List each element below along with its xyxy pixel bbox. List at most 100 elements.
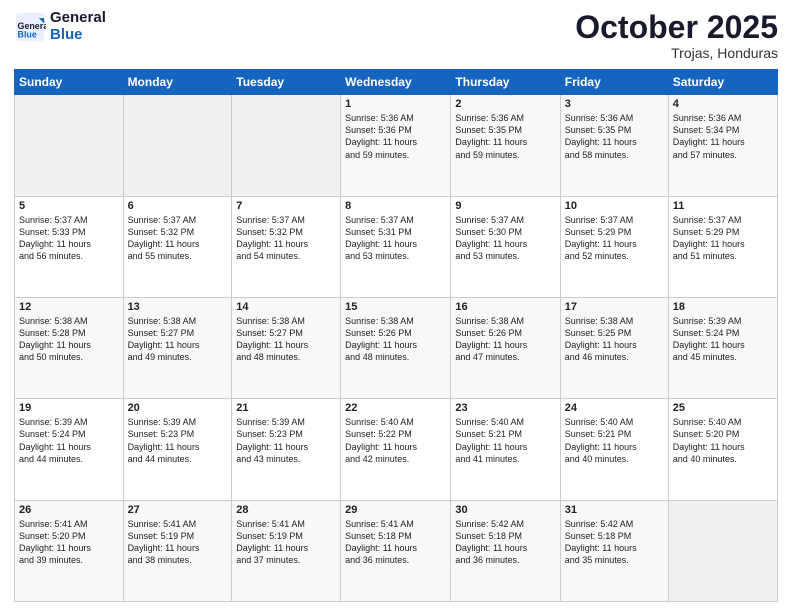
calendar-cell [15,95,124,196]
calendar-cell: 9Sunrise: 5:37 AM Sunset: 5:30 PM Daylig… [451,196,560,297]
day-info: Sunrise: 5:38 AM Sunset: 5:26 PM Dayligh… [345,315,446,364]
day-info: Sunrise: 5:37 AM Sunset: 5:30 PM Dayligh… [455,214,555,263]
day-number: 18 [673,301,773,313]
day-number: 30 [455,504,555,516]
calendar-cell: 26 Sunrise: 5:41 AM Sunset: 5:20 PM Dayli… [15,500,124,601]
day-number: 12 [19,301,119,313]
calendar-cell: 6 Sunrise: 5:37 AM Sunset: 5:32 PM Daylig… [123,196,232,297]
day-number: 26 [19,504,119,516]
calendar-cell: 10Sunrise: 5:37 AM Sunset: 5:29 PM Dayli… [560,196,668,297]
col-header-friday: Friday [560,70,668,95]
calendar-cell: 1 Sunrise: 5:36 AM Sunset: 5:36 PM Daylig… [341,95,451,196]
day-number: 8 [345,200,446,212]
day-number: 3 [565,98,664,110]
day-number: 28 [236,504,336,516]
day-number: 15 [345,301,446,313]
calendar-cell: 5 Sunrise: 5:37 AM Sunset: 5:33 PM Daylig… [15,196,124,297]
calendar-cell: 14 Sunrise: 5:38 AM Sunset: 5:27 PM Dayli… [232,297,341,398]
calendar-week-4: 19 Sunrise: 5:39 AM Sunset: 5:24 PM Dayli… [15,399,778,500]
day-info: Sunrise: 5:37 AM Sunset: 5:29 PM Dayligh… [673,214,773,263]
month-title: October 2025 [575,10,778,45]
day-number: 16 [455,301,555,313]
day-info: Sunrise: 5:38 AM Sunset: 5:27 PM Dayligh… [128,315,228,364]
day-info: Sunrise: 5:36 AM Sunset: 5:34 PM Dayligh… [673,112,773,161]
day-info: Sunrise: 5:37 AM Sunset: 5:31 PM Dayligh… [345,214,446,263]
day-info: Sunrise: 5:40 AM Sunset: 5:22 PM Dayligh… [345,416,446,465]
day-number: 20 [128,402,228,414]
day-number: 6 [128,200,228,212]
calendar-cell: 13 Sunrise: 5:38 AM Sunset: 5:27 PM Dayli… [123,297,232,398]
day-number: 7 [236,200,336,212]
day-info: Sunrise: 5:39 AM Sunset: 5:24 PM Dayligh… [19,416,119,465]
day-number: 2 [455,98,555,110]
col-header-thursday: Thursday [451,70,560,95]
day-info: Sunrise: 5:41 AM Sunset: 5:20 PM Dayligh… [19,518,119,567]
day-number: 1 [345,98,446,110]
logo-icon: General Blue [14,11,46,43]
calendar-cell: 7Sunrise: 5:37 AM Sunset: 5:32 PM Daylig… [232,196,341,297]
day-info: Sunrise: 5:38 AM Sunset: 5:27 PM Dayligh… [236,315,336,364]
calendar-cell: 30 Sunrise: 5:42 AM Sunset: 5:18 PM Dayli… [451,500,560,601]
day-info: Sunrise: 5:39 AM Sunset: 5:24 PM Dayligh… [673,315,773,364]
calendar-cell: 21Sunrise: 5:39 AM Sunset: 5:23 PM Dayli… [232,399,341,500]
day-info: Sunrise: 5:36 AM Sunset: 5:36 PM Dayligh… [345,112,446,161]
day-number: 23 [455,402,555,414]
day-number: 13 [128,301,228,313]
calendar-cell: 29 Sunrise: 5:41 AM Sunset: 5:18 PM Dayli… [341,500,451,601]
day-info: Sunrise: 5:38 AM Sunset: 5:28 PM Dayligh… [19,315,119,364]
day-number: 11 [673,200,773,212]
calendar-week-2: 5 Sunrise: 5:37 AM Sunset: 5:33 PM Daylig… [15,196,778,297]
calendar-cell: 24 Sunrise: 5:40 AM Sunset: 5:21 PM Dayli… [560,399,668,500]
calendar-cell: 27 Sunrise: 5:41 AM Sunset: 5:19 PM Dayli… [123,500,232,601]
day-info: Sunrise: 5:42 AM Sunset: 5:18 PM Dayligh… [565,518,664,567]
calendar-cell: 19 Sunrise: 5:39 AM Sunset: 5:24 PM Dayli… [15,399,124,500]
col-header-sunday: Sunday [15,70,124,95]
calendar-cell: 17 Sunrise: 5:38 AM Sunset: 5:25 PM Dayli… [560,297,668,398]
calendar-cell: 3 Sunrise: 5:36 AM Sunset: 5:35 PM Daylig… [560,95,668,196]
day-info: Sunrise: 5:41 AM Sunset: 5:19 PM Dayligh… [236,518,336,567]
day-number: 27 [128,504,228,516]
calendar-cell: 12 Sunrise: 5:38 AM Sunset: 5:28 PM Dayli… [15,297,124,398]
calendar-cell: 8 Sunrise: 5:37 AM Sunset: 5:31 PM Daylig… [341,196,451,297]
day-info: Sunrise: 5:36 AM Sunset: 5:35 PM Dayligh… [565,112,664,161]
col-header-saturday: Saturday [668,70,777,95]
calendar-cell: 25Sunrise: 5:40 AM Sunset: 5:20 PM Dayli… [668,399,777,500]
day-info: Sunrise: 5:36 AM Sunset: 5:35 PM Dayligh… [455,112,555,161]
day-number: 14 [236,301,336,313]
calendar-cell: 20 Sunrise: 5:39 AM Sunset: 5:23 PM Dayli… [123,399,232,500]
day-number: 25 [673,402,773,414]
calendar-cell: 18 Sunrise: 5:39 AM Sunset: 5:24 PM Dayli… [668,297,777,398]
calendar: SundayMondayTuesdayWednesdayThursdayFrid… [14,69,778,602]
day-number: 31 [565,504,664,516]
calendar-cell: 2 Sunrise: 5:36 AM Sunset: 5:35 PM Daylig… [451,95,560,196]
calendar-cell [668,500,777,601]
day-number: 19 [19,402,119,414]
day-number: 22 [345,402,446,414]
day-number: 29 [345,504,446,516]
day-info: Sunrise: 5:40 AM Sunset: 5:21 PM Dayligh… [455,416,555,465]
logo-line2: Blue [50,26,83,43]
day-number: 17 [565,301,664,313]
day-number: 5 [19,200,119,212]
header: General Blue General Blue October 2025 T… [14,10,778,61]
calendar-cell: 22 Sunrise: 5:40 AM Sunset: 5:22 PM Dayli… [341,399,451,500]
day-info: Sunrise: 5:40 AM Sunset: 5:21 PM Dayligh… [565,416,664,465]
day-info: Sunrise: 5:37 AM Sunset: 5:32 PM Dayligh… [128,214,228,263]
day-info: Sunrise: 5:41 AM Sunset: 5:19 PM Dayligh… [128,518,228,567]
calendar-cell [123,95,232,196]
calendar-cell: 31 Sunrise: 5:42 AM Sunset: 5:18 PM Dayli… [560,500,668,601]
logo: General Blue General Blue [14,10,106,43]
day-info: Sunrise: 5:42 AM Sunset: 5:18 PM Dayligh… [455,518,555,567]
col-header-wednesday: Wednesday [341,70,451,95]
day-info: Sunrise: 5:38 AM Sunset: 5:25 PM Dayligh… [565,315,664,364]
col-header-tuesday: Tuesday [232,70,341,95]
calendar-cell: 15 Sunrise: 5:38 AM Sunset: 5:26 PM Dayli… [341,297,451,398]
day-info: Sunrise: 5:39 AM Sunset: 5:23 PM Dayligh… [128,416,228,465]
calendar-cell: 4Sunrise: 5:36 AM Sunset: 5:34 PM Daylig… [668,95,777,196]
svg-text:Blue: Blue [18,29,37,39]
day-number: 24 [565,402,664,414]
day-info: Sunrise: 5:41 AM Sunset: 5:18 PM Dayligh… [345,518,446,567]
day-info: Sunrise: 5:37 AM Sunset: 5:33 PM Dayligh… [19,214,119,263]
day-number: 21 [236,402,336,414]
title-block: October 2025 Trojas, Honduras [575,10,778,61]
